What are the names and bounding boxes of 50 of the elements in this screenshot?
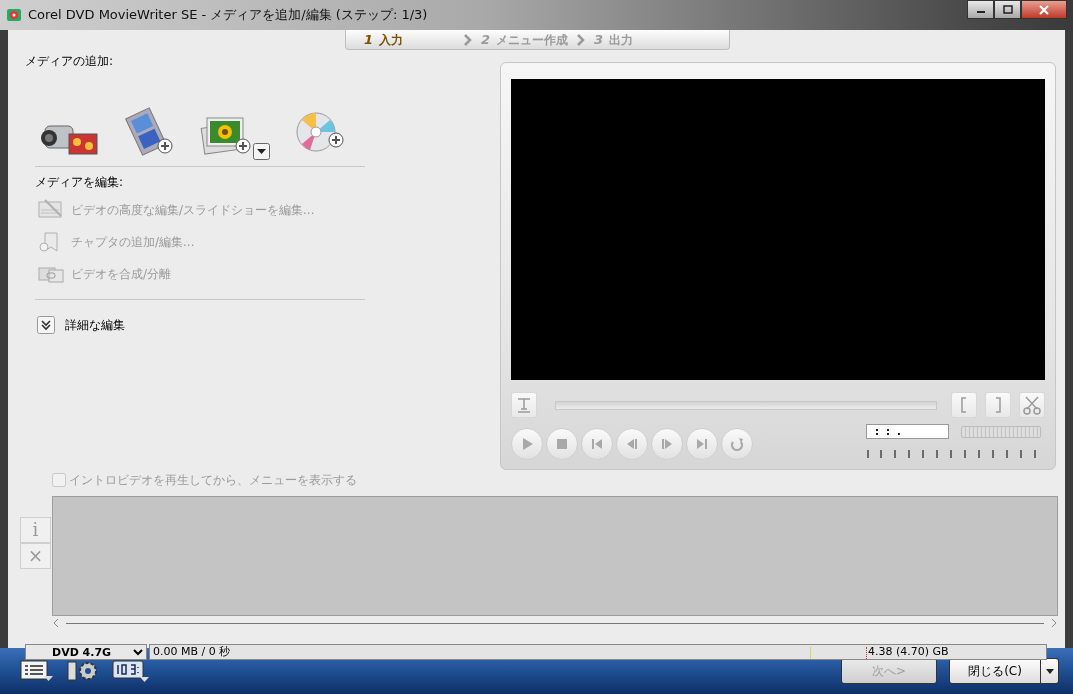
repeat-icon: [729, 436, 745, 452]
chevron-icon: [463, 33, 474, 46]
skip-end-button[interactable]: [686, 428, 718, 460]
skip-end-icon: [695, 437, 709, 451]
step-forward-button[interactable]: [651, 428, 683, 460]
scroll-right-icon[interactable]: [1050, 618, 1058, 628]
disc-type-dropdown[interactable]: DVD 4.7G: [25, 644, 147, 660]
intro-option-label: イントロビデオを再生してから、メニューを表示する: [69, 472, 357, 489]
step-tab[interactable]: 2 メニュー作成: [473, 29, 577, 50]
chevron-icon: [576, 33, 587, 46]
stop-button[interactable]: [546, 428, 578, 460]
dropdown-button[interactable]: [1041, 658, 1059, 684]
play-button[interactable]: [511, 428, 543, 460]
step-forward-icon: [660, 437, 674, 451]
capacity-text: 4.38 (4.70) GB: [868, 643, 949, 660]
close-icon: [1039, 4, 1049, 15]
title-text-icon: [515, 396, 533, 414]
repeat-button[interactable]: [721, 428, 753, 460]
skip-start-icon: [590, 437, 604, 451]
advanced-edit-link[interactable]: 詳細な編集: [65, 316, 125, 334]
menu-list-icon[interactable]: [20, 659, 54, 683]
caret-icon: [1044, 667, 1055, 675]
step-tab[interactable]: 3 出力: [586, 29, 642, 50]
step-tab[interactable]: 1 入力: [356, 29, 464, 50]
usage-text: 0.00 MB / 0 秒: [153, 643, 231, 660]
skip-start-button[interactable]: [581, 428, 613, 460]
info-button[interactable]: i: [20, 517, 51, 543]
maximize-icon: [1002, 5, 1013, 14]
mark-out-icon: [993, 396, 1003, 414]
section-label: メディアを編集:: [35, 174, 125, 191]
horizontal-scrollbar[interactable]: [52, 616, 1058, 630]
step-back-button[interactable]: [616, 428, 648, 460]
title-text-button[interactable]: [511, 392, 537, 418]
mark-in-icon: [959, 396, 969, 414]
minimize-button[interactable]: [967, 0, 994, 19]
close-button[interactable]: [1021, 0, 1067, 19]
app-icon: [6, 7, 22, 23]
scissors-icon[interactable]: [1019, 392, 1045, 418]
section-label: メディアの追加:: [25, 53, 115, 70]
scroll-left-icon[interactable]: [52, 618, 60, 628]
remove-button[interactable]: ×: [20, 543, 51, 569]
mark-out-button[interactable]: [985, 392, 1011, 418]
settings-icon[interactable]: [66, 659, 100, 683]
expand-icon[interactable]: [37, 316, 55, 334]
stop-icon: [555, 437, 569, 451]
mark-in-button[interactable]: [951, 392, 977, 418]
close-dialog-button[interactable]: 閉じる(C): [949, 658, 1041, 684]
step-back-icon: [625, 437, 639, 451]
window-title: Corel DVD MovieWriter SE - メディアを追加/編集 (ステップ: 1/3): [28, 6, 428, 25]
maximize-button[interactable]: [994, 0, 1021, 19]
